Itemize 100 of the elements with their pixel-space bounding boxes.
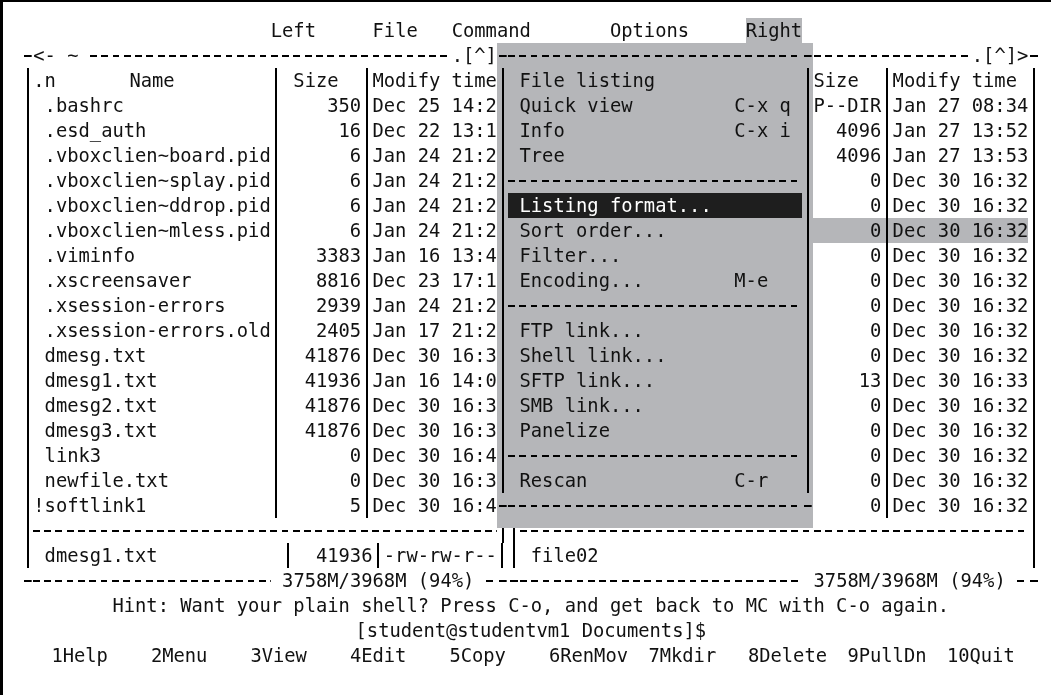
file-time: Dec 30 16:33	[892, 369, 1029, 393]
file-size: 2939	[315, 294, 362, 318]
menu-item[interactable]: Sort order...	[508, 218, 803, 243]
file-time: Dec 30 16:4	[372, 494, 497, 518]
file-size: 4096	[836, 144, 882, 168]
file-name: dmesg1.txt	[43, 369, 158, 393]
menu-item[interactable]: Encoding... M-e	[508, 268, 803, 293]
file-row[interactable]: P--DIR Jan 27 08:34	[813, 93, 1029, 118]
menu-item[interactable]: Tree	[508, 143, 803, 168]
panel-controls[interactable]: .[^]	[451, 43, 497, 68]
function-key[interactable]: 2Menu	[150, 643, 251, 668]
column-header: Name	[128, 69, 176, 93]
file-time: Jan 24 21:2	[372, 194, 497, 218]
file-name: .vboxclien~mless.pid	[43, 219, 271, 243]
file-time: Dec 30 16:32	[892, 444, 1029, 468]
menu-bar-item[interactable]: Right	[745, 18, 803, 43]
path-label: ~	[67, 44, 79, 68]
file-row[interactable]: 0 Dec 30 16:32	[813, 493, 1029, 518]
function-key[interactable]: 1Help	[51, 643, 151, 668]
shortcut-label: C-r	[734, 469, 769, 493]
function-key[interactable]: 4Edit	[349, 643, 450, 668]
menu-item[interactable]: Panelize	[508, 418, 803, 443]
menu-item[interactable]: File listing	[508, 68, 803, 93]
disk-usage: 3758M/3968M (94%)	[812, 569, 1007, 593]
file-size: P--DIR	[813, 94, 882, 118]
file-name: .xscreensaver	[43, 269, 192, 293]
file-size: 0	[870, 469, 882, 493]
file-row[interactable]: 0 Dec 30 16:32	[813, 168, 1029, 193]
menu-bar-item[interactable]: File	[372, 18, 418, 43]
file-size: 2405	[315, 319, 362, 343]
function-key[interactable]: 5Copy	[449, 643, 549, 668]
file-row[interactable]: 0 Dec 30 16:32	[813, 243, 1029, 268]
menu-item[interactable]: Quick view C-x q	[508, 93, 803, 118]
file-row[interactable]: 0 Dec 30 16:32	[813, 268, 1029, 293]
file-row[interactable]: 0 Dec 30 16:32	[813, 393, 1029, 418]
file-row[interactable]: 0 Dec 30 16:32	[813, 443, 1029, 468]
file-size: 13	[858, 369, 882, 393]
file-size: 0	[870, 269, 882, 293]
file-size: 16	[338, 119, 362, 143]
file-size: 41936	[315, 544, 373, 568]
file-size: 0	[870, 219, 882, 243]
file-time: Dec 30 16:3	[372, 344, 497, 368]
file-time: Dec 30 16:32	[892, 269, 1029, 293]
file-time: Dec 30 16:32	[892, 294, 1029, 318]
menu-item[interactable]: Filter...	[508, 243, 803, 268]
file-permissions: -rw-rw-r--	[383, 544, 497, 568]
file-size: 0	[870, 419, 882, 443]
menu-bar-item[interactable]: Left	[270, 18, 316, 43]
sort-indicator[interactable]: .n	[33, 68, 56, 93]
file-time: Dec 25 14:2	[372, 94, 497, 118]
menu-bar-item[interactable]: Options	[609, 18, 690, 43]
file-row[interactable]: 0 Dec 30 16:32	[813, 193, 1029, 218]
file-size: 6	[349, 194, 362, 218]
menu-item[interactable]: SMB link...	[508, 393, 803, 418]
file-time: Dec 30 16:3	[372, 394, 497, 418]
menu-bar-item[interactable]: Command	[451, 18, 531, 43]
menu-item[interactable]: SFTP link...	[508, 368, 803, 393]
file-row[interactable]: 4096 Jan 27 13:53	[813, 143, 1029, 168]
file-time: Dec 30 16:32	[892, 469, 1029, 493]
function-key[interactable]: 8Delete	[747, 643, 848, 668]
file-size: 41936	[304, 369, 362, 393]
file-row[interactable]: 4096 Jan 27 13:52	[813, 118, 1029, 143]
file-row[interactable]: 0 Dec 30 16:32	[813, 418, 1029, 443]
file-row[interactable]: 13 Dec 30 16:33	[813, 368, 1029, 393]
file-name: .xsession-errors.old	[43, 319, 271, 343]
file-time: Dec 30 16:32	[892, 344, 1029, 368]
file-size: 4096	[836, 119, 882, 143]
panel-controls[interactable]: .[^]	[971, 43, 1018, 68]
file-size: 0	[870, 444, 882, 468]
file-row[interactable]: 0 Dec 30 16:32	[813, 468, 1029, 493]
menu-item[interactable]: Rescan C-r	[508, 468, 803, 493]
file-time: Jan 27 13:52	[892, 119, 1029, 143]
file-row[interactable]: 0 Dec 30 16:32	[813, 293, 1029, 318]
file-name: dmesg.txt	[43, 344, 147, 368]
file-time: Dec 30 16:32	[892, 394, 1029, 418]
back-control[interactable]: <-	[33, 43, 56, 68]
file-name: .vboxclien~ddrop.pid	[43, 194, 271, 218]
menu-item[interactable]: Listing format...	[508, 193, 803, 218]
menu-item[interactable]: Shell link...	[508, 343, 803, 368]
file-row[interactable]: 0 Dec 30 16:32	[813, 218, 1029, 243]
file-time: Jan 24 21:2	[372, 144, 497, 168]
file-time: Dec 30 16:3	[372, 469, 497, 493]
disk-usage: 3758M/3968M (94%)	[281, 569, 476, 593]
file-size: 6	[349, 219, 362, 243]
more-control[interactable]: >	[1017, 43, 1029, 68]
menu-item[interactable]: FTP link...	[508, 318, 803, 343]
file-row[interactable]: 0 Dec 30 16:32	[813, 343, 1029, 368]
function-key[interactable]: 3View	[250, 643, 350, 668]
file-row[interactable]: 0 Dec 30 16:32	[813, 318, 1029, 343]
file-size: 8816	[315, 269, 362, 293]
file-name: .vboxclien~board.pid	[43, 144, 271, 168]
menu-item[interactable]: Info C-x i	[508, 118, 803, 143]
function-key[interactable]: 7Mkdir	[648, 643, 748, 668]
function-key[interactable]: 6RenMov	[548, 643, 649, 668]
file-time: Jan 24 21:2	[372, 219, 497, 243]
function-key[interactable]: 9PullDn	[847, 643, 947, 668]
file-size: 41876	[304, 419, 362, 443]
file-time: Dec 30 16:4	[372, 444, 497, 468]
function-key[interactable]: 10Quit	[946, 643, 1047, 668]
file-time: Dec 30 16:32	[892, 319, 1029, 343]
